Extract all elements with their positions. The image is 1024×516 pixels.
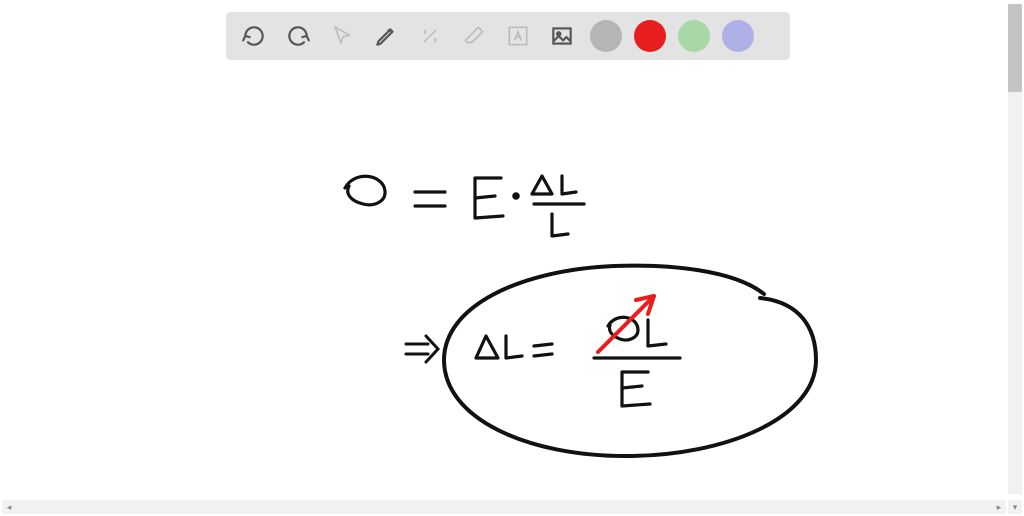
color-red-button[interactable]	[634, 20, 666, 52]
undo-icon	[241, 23, 267, 49]
whiteboard-canvas[interactable]	[0, 0, 1004, 500]
text-icon	[505, 23, 531, 49]
vertical-scrollbar-thumb[interactable]	[1008, 4, 1022, 92]
image-button[interactable]	[542, 16, 582, 56]
color-gray-button[interactable]	[590, 20, 622, 52]
tools-button[interactable]	[410, 16, 450, 56]
redo-icon	[285, 23, 311, 49]
image-icon	[549, 23, 575, 49]
red-arrow-annotation	[598, 296, 654, 352]
tools-icon	[418, 24, 442, 48]
color-green-button[interactable]	[678, 20, 710, 52]
color-blue-button[interactable]	[722, 20, 754, 52]
text-button[interactable]	[498, 16, 538, 56]
scroll-left-arrow[interactable]: ◂	[2, 500, 16, 514]
pencil-icon	[373, 23, 399, 49]
pointer-icon	[330, 24, 354, 48]
horizontal-scrollbar-track[interactable]	[2, 500, 1006, 514]
scroll-right-arrow[interactable]: ▸	[992, 500, 1006, 514]
scroll-down-arrow[interactable]: ▾	[1008, 500, 1022, 514]
toolbar	[226, 12, 790, 60]
circle-annotation	[444, 266, 816, 456]
pencil-button[interactable]	[366, 16, 406, 56]
equation-2	[476, 317, 680, 406]
equation-1	[345, 176, 584, 236]
eraser-button[interactable]	[454, 16, 494, 56]
undo-button[interactable]	[234, 16, 274, 56]
implies-arrow	[406, 336, 438, 362]
eraser-icon	[461, 23, 487, 49]
pointer-button[interactable]	[322, 16, 362, 56]
redo-button[interactable]	[278, 16, 318, 56]
